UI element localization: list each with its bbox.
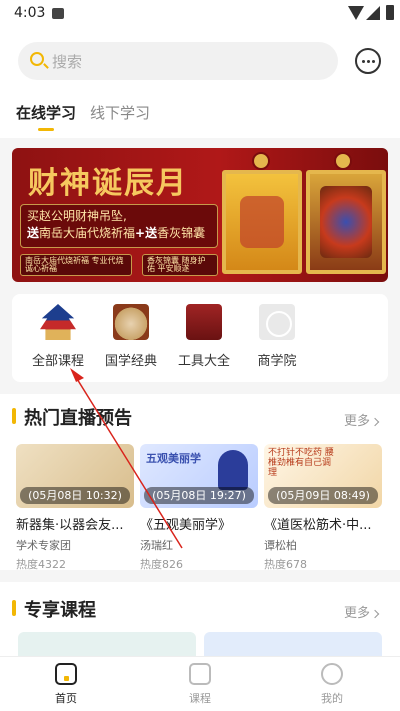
profile-icon bbox=[321, 663, 343, 685]
tab-profile[interactable]: 我的 bbox=[302, 663, 362, 706]
bottom-tab-bar: 首页 课程 我的 bbox=[0, 656, 400, 711]
courses-icon bbox=[189, 663, 211, 685]
tab-home[interactable]: 首页 bbox=[36, 663, 96, 706]
home-icon bbox=[55, 663, 77, 685]
tab-label: 课程 bbox=[189, 692, 211, 705]
tab-label: 我的 bbox=[321, 692, 343, 705]
tab-label: 首页 bbox=[55, 692, 77, 705]
annotation-arrow bbox=[70, 368, 183, 549]
tab-courses[interactable]: 课程 bbox=[170, 663, 230, 706]
